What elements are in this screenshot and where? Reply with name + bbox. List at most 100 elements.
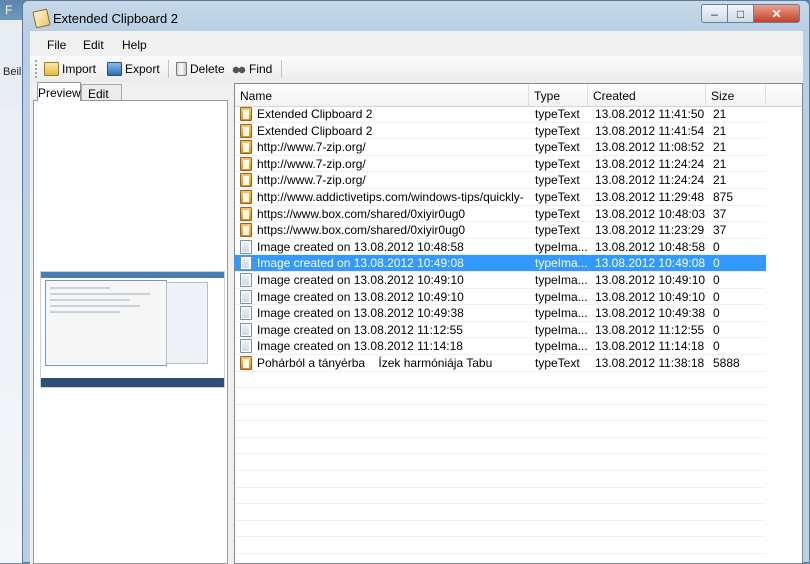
list-item[interactable]: http://www.7-zip.org/typeText 13.08.2012 … [235,172,766,189]
find-button[interactable]: Find [232,60,272,78]
image-clip-icon [240,322,252,337]
column-header-type[interactable]: Type [529,84,588,106]
list-item[interactable]: https://www.box.com/shared/0xiyir0ug0 typ… [235,206,766,223]
text-clip-icon [240,107,252,121]
toolbar: Import Export Delete Find [30,56,803,82]
preview-image-taskbar [41,378,224,387]
menu-help[interactable]: Help [122,38,147,52]
list-item[interactable]: Image created on 13.08.2012 10:49:10 type… [235,272,766,289]
clip-name: Image created on 13.08.2012 10:48:58 [257,239,464,254]
import-button[interactable]: Import [44,60,96,78]
preview-image-line [50,293,150,295]
clip-type: typeText [535,189,580,204]
text-clip-icon [240,123,252,138]
clip-size: 0 [713,272,720,287]
minimize-button[interactable]: – [701,4,728,23]
list-item[interactable]: Image created on 13.08.2012 10:49:10 type… [235,289,766,306]
text-clip-icon [240,140,252,155]
clip-size: 0 [713,306,720,321]
list-item[interactable]: Image created on 13.08.2012 10:49:38 type… [235,305,766,322]
clip-created: 13.08.2012 11:23:29 [595,223,705,238]
clip-size: 21 [713,156,727,171]
background-app-label: Beil [3,66,22,78]
clip-name: Extended Clipboard 2 [257,107,373,121]
clip-created: 13.08.2012 11:24:24 [595,173,705,188]
list-item[interactable]: Image created on 13.08.2012 10:48:58 type… [235,239,766,256]
clip-size: 0 [713,289,720,304]
clip-name: https://www.box.com/shared/0xiyir0ug0 [257,223,466,238]
title-bar[interactable]: Extended Clipboard 2 – □ ✕ [23,1,809,31]
clip-name: Image created on 13.08.2012 11:14:18 [257,339,463,354]
empty-row [235,454,766,472]
clip-created: 13.08.2012 11:12:55 [595,322,705,337]
column-header-created[interactable]: Created [588,84,706,106]
import-label: Import [62,62,97,76]
clip-created: 13.08.2012 10:49:08 [595,256,706,271]
clip-name: http://www.addictivetips.com/windows-tip… [257,189,524,204]
clip-size: 875 [713,189,734,204]
clip-name: Pohárból a tányérba Ízek harmóniája Tabu [257,355,493,370]
clip-created: 13.08.2012 10:49:38 [595,306,706,321]
clip-created: 13.08.2012 10:48:58 [595,239,706,254]
tab-preview[interactable]: Preview [37,82,81,101]
clip-type: typeIma... [535,339,587,354]
delete-button[interactable]: Delete [176,60,225,78]
empty-row [235,537,766,555]
list-item[interactable]: Image created on 13.08.2012 10:49:08 type… [235,255,766,272]
clip-name: http://www.7-zip.org/ [257,173,366,188]
list-item[interactable]: Pohárból a tányérba Ízek harmóniája Tabu… [235,355,766,372]
clip-type: typeIma... [535,289,587,304]
clip-list[interactable]: Name Type Created Size Extended Clipboar… [234,83,803,564]
toolbar-separator [168,60,169,78]
clip-size: 37 [713,223,727,238]
clip-type: typeText [535,156,580,171]
clip-created: 13.08.2012 10:49:10 [595,272,706,287]
clip-size: 0 [713,322,720,337]
clip-name: Image created on 13.08.2012 10:49:08 [257,256,464,271]
clip-type: typeText [535,173,580,188]
clip-created: 13.08.2012 10:48:03 [595,206,706,221]
text-clip-icon [240,355,252,370]
clip-type: typeText [535,206,580,221]
list-item[interactable]: http://www.7-zip.org/typeText 13.08.2012 … [235,156,766,173]
image-clip-icon [240,339,252,354]
list-item[interactable]: http://www.addictivetips.com/windows-tip… [235,189,766,206]
empty-row [235,421,766,438]
export-button[interactable]: Export [107,60,160,78]
clip-size: 0 [713,339,720,354]
toolbar-grip[interactable] [35,60,37,78]
list-item[interactable]: https://www.box.com/shared/0xiyir0ug0 typ… [235,222,766,239]
clip-name: http://www.7-zip.org/ [257,140,366,155]
clip-name: Image created on 13.08.2012 10:49:10 [257,289,464,304]
list-item[interactable]: Extended Clipboard 2 typeText 13.08.2012 1… [235,106,766,123]
column-header-size[interactable]: Size [706,84,766,106]
menu-file[interactable]: File [47,38,66,52]
preview-image [40,271,225,388]
text-clip-icon [240,189,252,204]
image-clip-icon [240,239,252,254]
tab-edit[interactable]: Edit [81,84,122,101]
clip-created: 13.08.2012 11:41:54 [595,123,705,138]
maximize-button[interactable]: □ [727,4,754,23]
menu-bar: File Edit Help [30,31,803,55]
preview-panel [33,100,228,564]
clip-type: typeText [535,107,580,121]
empty-row [235,438,766,455]
preview-image-titlebar [41,272,224,278]
close-button[interactable]: ✕ [753,4,800,23]
clip-size: 21 [713,173,727,188]
clip-size: 21 [713,123,727,138]
list-item[interactable]: Extended Clipboard 2 typeText 13.08.2012 1… [235,123,766,140]
clip-name: http://www.7-zip.org/ [257,156,366,171]
app-window: Extended Clipboard 2 – □ ✕ File Edit Hel… [22,0,810,564]
list-item[interactable]: Image created on 13.08.2012 11:12:55 type… [235,322,766,339]
clipboard-app-icon [32,8,51,29]
list-item[interactable]: http://www.7-zip.org/typeText 13.08.2012 … [235,139,766,156]
clip-name: Extended Clipboard 2 [257,123,373,138]
clip-type: typeIma... [535,239,587,254]
column-header-name[interactable]: Name [235,84,529,106]
toolbar-separator [281,60,282,78]
list-item[interactable]: Image created on 13.08.2012 11:14:18 type… [235,338,766,355]
preview-image-line [50,311,120,313]
menu-edit[interactable]: Edit [83,38,104,52]
